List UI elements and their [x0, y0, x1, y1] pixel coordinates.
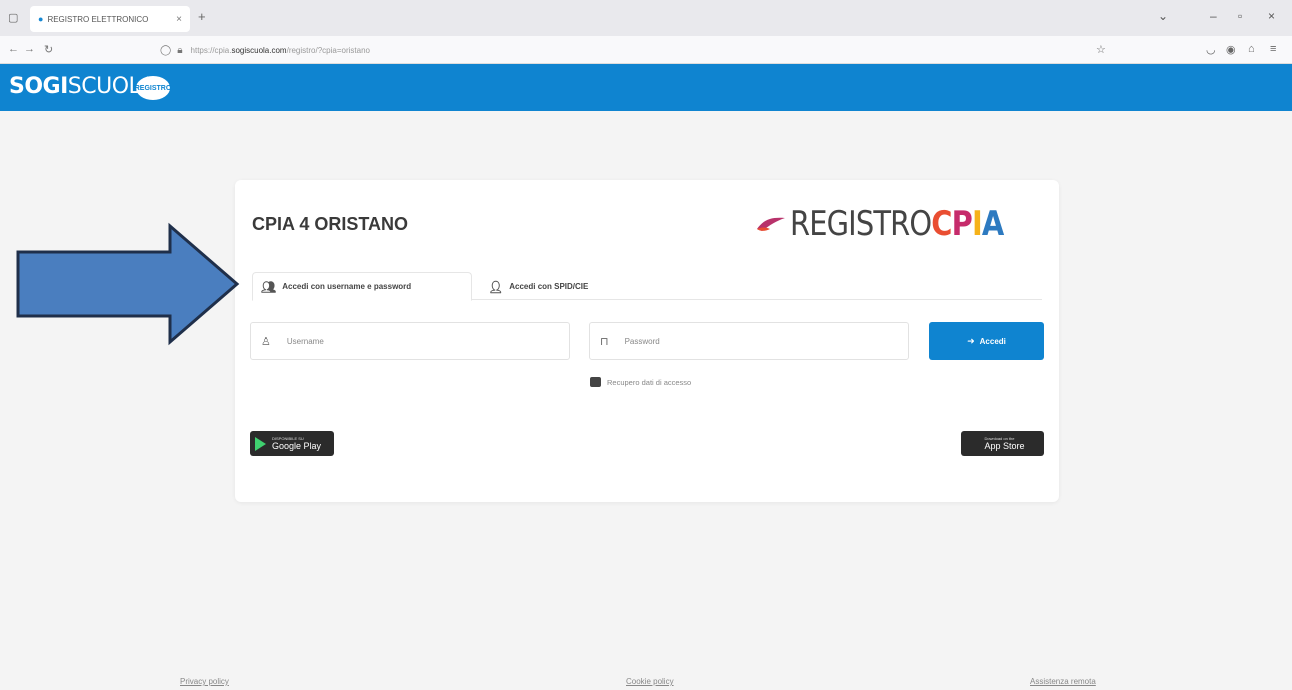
logo-c: C — [931, 204, 952, 244]
user-id-icon: 👤︎ — [488, 279, 504, 294]
browser-tab[interactable]: ● REGISTRO ELETTRONICO × — [30, 6, 190, 32]
annotation-arrow-icon — [16, 222, 240, 346]
lock-icon: ⊓ — [600, 335, 609, 348]
username-placeholder: Username — [286, 336, 324, 346]
extensions-icon[interactable]: ⌂ — [1248, 43, 1255, 55]
google-big-text: Google Play — [272, 441, 322, 451]
logo-p: P — [951, 204, 973, 244]
login-card: CPIA 4 ORISTANO REGISTROCPIA 👥︎ Accedi c… — [235, 180, 1059, 502]
browser-tab-bar: ▢ ● REGISTRO ELETTRONICO × + ⌄ – ▫ × — [0, 0, 1292, 36]
users-key-icon: 👥︎ — [261, 279, 277, 294]
window-close-icon[interactable]: × — [1268, 9, 1275, 23]
tab-userpass-label: Accedi con username e password — [282, 282, 412, 291]
tab-spid-label: Accedi con SPID/CIE — [509, 282, 589, 291]
sogiscuola-brand[interactable]: SOGISCUOLA — [9, 74, 156, 99]
school-title: CPIA 4 ORISTANO — [252, 214, 409, 234]
id-card-icon — [590, 377, 601, 387]
cookie-policy-link[interactable]: Cookie policy — [626, 677, 674, 686]
registro-cpia-logo: REGISTROCPIA — [756, 202, 1041, 246]
forward-icon[interactable]: → — [24, 43, 35, 55]
reload-icon[interactable]: ↻ — [44, 43, 53, 56]
browser-tab-title: REGISTRO ELETTRONICO — [47, 14, 149, 24]
badge-text: REGISTRO — [134, 84, 172, 92]
url-prefix: https://cpia. — [190, 45, 232, 55]
recover-access-link[interactable]: Recupero dati di accesso — [590, 377, 691, 387]
sign-in-icon: ➜ — [967, 335, 975, 346]
logo-a: A — [981, 204, 1004, 244]
app-store-badge[interactable]: Download on the App Store — [961, 431, 1044, 456]
restore-icon[interactable]: ▫ — [1238, 9, 1242, 23]
tab-spid-cie[interactable]: 👤︎ Accedi con SPID/CIE — [480, 272, 596, 301]
url-domain: sogiscuola.com — [231, 45, 287, 55]
user-icon: ♙ — [261, 335, 271, 348]
url-field[interactable]: ◯ 🔒︎ https://cpia. sogiscuola.com/registr… — [160, 40, 1120, 60]
app-header: SOGISCUOLA REGISTRO — [0, 64, 1292, 111]
password-field[interactable]: ⊓ Password — [589, 322, 909, 360]
google-play-icon — [255, 436, 266, 451]
privacy-policy-link[interactable]: Privacy policy — [180, 677, 229, 686]
minimize-icon[interactable]: – — [1210, 9, 1217, 23]
tab-list-icon[interactable]: ▢ — [8, 11, 18, 24]
swoosh-icon — [756, 217, 785, 231]
logo-i: I — [971, 204, 983, 244]
url-suffix: /registro/?cpia=oristano — [286, 45, 370, 55]
account-icon[interactable]: ◉ — [1226, 43, 1236, 56]
logo-prefix: REGISTRO — [789, 204, 932, 244]
login-button-label: Accedi — [979, 336, 1006, 346]
address-bar: ← → ↻ ◯ 🔒︎ https://cpia. sogiscuola.com/r… — [0, 36, 1292, 64]
bookmark-star-icon[interactable]: ☆ — [1096, 43, 1106, 56]
login-button[interactable]: ➜ Accedi — [929, 322, 1044, 360]
registro-badge-icon: REGISTRO — [134, 76, 172, 100]
google-play-badge[interactable]: DISPONIBILE SU Google Play — [250, 431, 334, 456]
brand-bold: SOGI — [9, 74, 68, 99]
username-field[interactable]: ♙ Username — [250, 322, 570, 360]
lock-icon: 🔒︎ — [177, 44, 183, 56]
tab-username-password[interactable]: 👥︎ Accedi con username e password — [252, 272, 472, 301]
remote-assistance-link[interactable]: Assistenza remota — [1030, 677, 1096, 686]
new-tab-button[interactable]: + — [198, 9, 206, 24]
tab-overflow-icon[interactable]: ⌄ — [1158, 9, 1168, 23]
login-tabs: 👥︎ Accedi con username e password 👤︎ Acc… — [252, 272, 1042, 301]
tab-close-icon[interactable]: × — [176, 14, 182, 25]
recover-label: Recupero dati di accesso — [607, 377, 692, 387]
back-icon[interactable]: ← — [8, 43, 19, 55]
favicon-icon: ● — [38, 14, 44, 24]
menu-icon[interactable]: ≡ — [1270, 43, 1276, 55]
logo-text: REGISTROCPIA — [789, 204, 1004, 244]
password-placeholder: Password — [624, 336, 660, 346]
pocket-icon[interactable]: ◡ — [1206, 43, 1216, 56]
apple-big-text: App Store — [984, 441, 1025, 451]
shield-icon: ◯ — [160, 44, 172, 56]
